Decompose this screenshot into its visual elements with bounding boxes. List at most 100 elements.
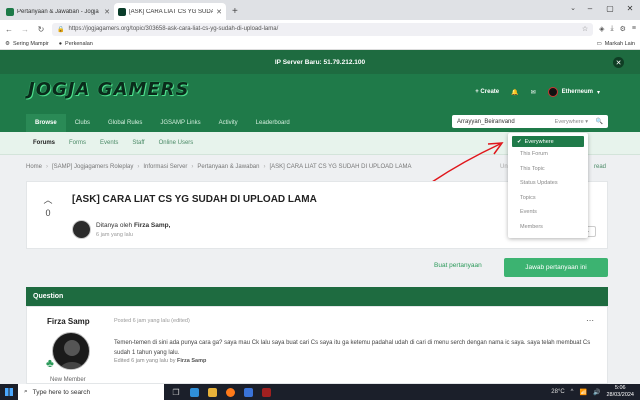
answer-question-button[interactable]: Jawab pertanyaan ini — [504, 258, 608, 277]
post-content: Temen-temen di sini ada punya cara ga? s… — [114, 340, 591, 356]
browser-tab-2[interactable]: [ASK] CARA LIAT CS YG SUDAH ✕ — [114, 3, 226, 20]
scope-option-topics[interactable]: Topics — [508, 191, 588, 206]
site-logo[interactable]: JOGJA GAMERS — [28, 79, 189, 100]
bookmark-other[interactable]: ▭ Markah Lain — [597, 41, 635, 47]
question-header: Question — [26, 287, 608, 306]
user-bar: + Create 🔔 ✉ Etherneum ▾ — [475, 87, 600, 97]
nav-leaderboard[interactable]: Leaderboard — [247, 114, 299, 132]
scope-option-events[interactable]: Events — [508, 205, 588, 220]
breadcrumb-current: [ASK] CARA LIAT CS YG SUDAH DI UPLOAD LA… — [269, 164, 412, 170]
favicon-icon — [118, 7, 126, 16]
create-button[interactable]: + Create — [475, 89, 499, 95]
new-tab-icon[interactable]: + — [226, 6, 244, 20]
breadcrumb-separator: › — [137, 164, 140, 170]
vote-count: 0 — [45, 208, 51, 218]
network-icon[interactable]: 📶 — [580, 389, 587, 396]
search-icon[interactable]: 🔍 — [594, 116, 605, 127]
bookmark-star-icon[interactable]: ☆ — [582, 25, 588, 33]
nav-activity[interactable]: Activity — [210, 114, 247, 132]
maximize-icon[interactable]: ▢ — [600, 0, 620, 16]
game-app-icon[interactable] — [258, 384, 274, 400]
edge-icon[interactable] — [186, 384, 202, 400]
breadcrumb-informasi[interactable]: Informasi Server — [143, 164, 187, 170]
firefox-icon[interactable] — [222, 384, 238, 400]
task-view-icon[interactable]: ❐ — [168, 384, 184, 400]
extensions-icon[interactable]: ⚙ — [620, 25, 626, 33]
notifications-bell-icon[interactable]: 🔔 — [511, 89, 518, 96]
browser-tab-bar: Pertanyaan & Jawaban - Jogja ✕ [ASK] CAR… — [0, 0, 640, 20]
breadcrumb-home[interactable]: Home — [26, 164, 42, 170]
toolbar-icons: ◈ ⤓ ⚙ ≡ — [599, 25, 636, 33]
folder-icon: ▭ — [596, 40, 602, 47]
minimize-icon[interactable]: – — [580, 0, 600, 16]
bookmarks-bar: ⚙ Sering Mampir ● Perkenalan ▭ Markah Lain — [0, 38, 640, 50]
bookmark-sering-mampir[interactable]: ⚙ Sering Mampir — [5, 41, 49, 47]
subnav-events[interactable]: Events — [93, 140, 125, 146]
mark-read-link[interactable]: read — [594, 164, 606, 170]
username: Etherneum — [561, 89, 593, 95]
browser-tab-1[interactable]: Pertanyaan & Jawaban - Jogja ✕ — [2, 3, 114, 20]
nav-jgsamp-links[interactable]: JGSAMP Links — [151, 114, 209, 132]
breadcrumb-separator: › — [191, 164, 194, 170]
chevron-up-icon[interactable]: ^ — [571, 389, 574, 395]
forward-icon[interactable]: → — [20, 25, 30, 34]
messages-icon[interactable]: ✉ — [531, 89, 536, 96]
bookmark-perkenalan[interactable]: ● Perkenalan — [59, 41, 93, 47]
taskbar-search-input[interactable]: ⌕ Type here to search — [18, 384, 164, 400]
nav-clubs[interactable]: Clubs — [66, 114, 99, 132]
chevron-down-icon: ▾ — [596, 89, 600, 96]
subnav-online-users[interactable]: Online Users — [152, 140, 201, 146]
tab-list-chevron-icon[interactable]: ⌄ — [570, 4, 576, 12]
window-controls: – ▢ ✕ — [580, 0, 640, 16]
user-menu[interactable]: Etherneum ▾ — [547, 87, 600, 97]
breadcrumb-qa[interactable]: Pertanyaan & Jawaban — [197, 164, 259, 170]
scope-option-this-topic[interactable]: This Topic — [508, 162, 588, 177]
scope-option-members[interactable]: Members — [508, 220, 588, 235]
download-icon[interactable]: ⤓ — [611, 25, 614, 33]
ask-question-button[interactable]: Buat pertanyaan — [434, 262, 482, 269]
post-author[interactable]: Firza Samp — [47, 317, 90, 326]
author-link[interactable]: Firza Samp, — [134, 222, 170, 229]
close-tab-icon[interactable]: ✕ — [104, 8, 110, 16]
scope-option-this-forum[interactable]: This Forum — [508, 147, 588, 162]
close-announcement-icon[interactable]: ✕ — [613, 57, 624, 68]
search-input[interactable]: Arrayyan_Beiranvand — [457, 119, 515, 125]
favicon-icon — [6, 7, 14, 16]
browser-nav-bar: ← → ↻ 🔒 https://jogjagamers.org/topic/30… — [0, 20, 640, 38]
subnav-forums[interactable]: Forums — [26, 140, 62, 146]
volume-icon[interactable]: 🔊 — [593, 389, 600, 396]
search-scope-dropdown: ✔ Everywhere This Forum This Topic Status… — [508, 133, 588, 238]
post-meta: Posted 6 jam yang lalu (edited) — [114, 318, 190, 324]
close-tab-icon[interactable]: ✕ — [216, 8, 222, 16]
breadcrumb-separator: › — [46, 164, 49, 170]
address-bar[interactable]: 🔒 https://jogjagamers.org/topic/303658-a… — [52, 22, 594, 36]
avatar[interactable] — [72, 220, 91, 239]
nav-global-rules[interactable]: Global Rules — [99, 114, 151, 132]
search-box[interactable]: Arrayyan_Beiranvand Everywhere ▾ 🔍 — [452, 115, 608, 128]
vote-widget: ︿ 0 — [42, 196, 54, 219]
windows-start-icon[interactable] — [0, 384, 18, 400]
taskbar-clock[interactable]: 5:06 28/03/2024 — [606, 385, 634, 399]
firefox-icon: ● — [58, 40, 63, 47]
file-explorer-icon[interactable] — [204, 384, 220, 400]
store-icon[interactable] — [240, 384, 256, 400]
subnav-forms[interactable]: Forms — [62, 140, 93, 146]
breadcrumb-samp[interactable]: [SAMP] Jogjagamers Roleplay — [52, 164, 133, 170]
windows-taskbar: ⌕ Type here to search ❐ 28°C ^ 📶 🔊 5:06 … — [0, 384, 640, 400]
window-close-icon[interactable]: ✕ — [620, 0, 640, 16]
edited-by-link[interactable]: Firza Samp — [177, 358, 206, 364]
more-options-icon[interactable]: ⋯ — [586, 316, 594, 325]
server-announcement-bar: IP Server Baru: 51.79.212.100 — [0, 50, 640, 74]
page-title: [ASK] CARA LIAT CS YG SUDAH DI UPLOAD LA… — [72, 194, 317, 205]
scope-option-everywhere[interactable]: ✔ Everywhere — [512, 136, 584, 147]
reload-icon[interactable]: ↻ — [36, 25, 46, 34]
nav-browse[interactable]: Browse — [26, 114, 66, 132]
weather-text: 28°C — [551, 389, 565, 395]
scope-option-status-updates[interactable]: Status Updates — [508, 176, 588, 191]
pocket-icon[interactable]: ◈ — [599, 25, 604, 33]
back-icon[interactable]: ← — [4, 25, 14, 34]
search-scope-select[interactable]: Everywhere ▾ — [555, 119, 594, 125]
menu-icon[interactable]: ≡ — [632, 25, 636, 33]
upvote-chevron-icon[interactable]: ︿ — [42, 196, 54, 205]
subnav-staff[interactable]: Staff — [125, 140, 151, 146]
